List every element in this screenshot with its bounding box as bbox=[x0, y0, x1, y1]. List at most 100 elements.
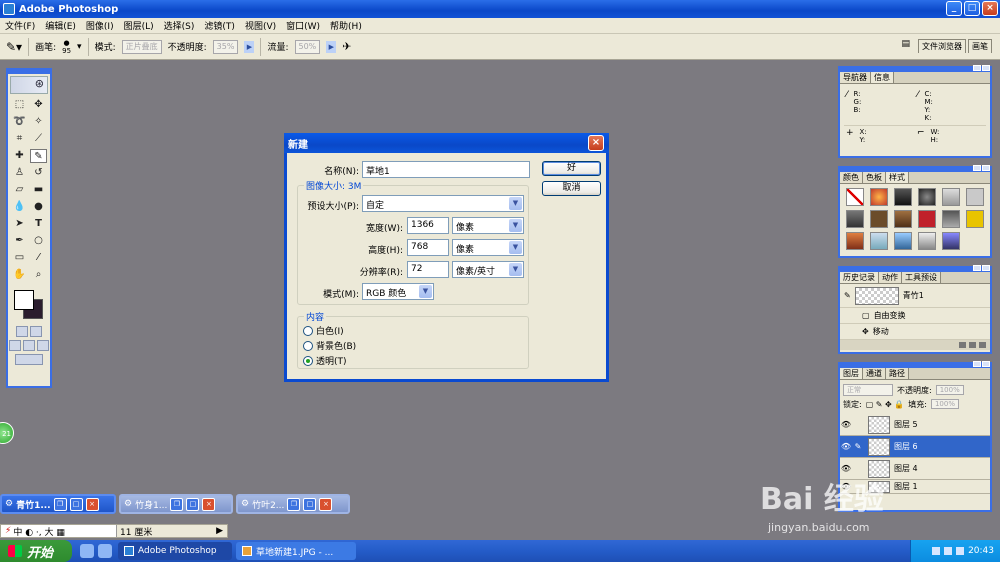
minimized-document[interactable]: ⚙ 竹叶2... ❐ □ × bbox=[236, 494, 350, 514]
content-white-radio[interactable]: 白色(I) bbox=[303, 324, 344, 337]
preset-select[interactable]: 自定 ▼ bbox=[362, 195, 524, 212]
style-swatch[interactable] bbox=[966, 188, 984, 206]
tab-layers[interactable]: 图层 bbox=[840, 368, 863, 379]
mode-select[interactable]: RGB 颜色 ▼ bbox=[362, 283, 434, 300]
menu-image[interactable]: 图像(I) bbox=[81, 19, 119, 32]
close-icon[interactable]: × bbox=[319, 497, 333, 511]
style-swatch[interactable] bbox=[918, 232, 936, 250]
layer-opacity-input[interactable]: 100% bbox=[935, 385, 964, 395]
style-swatch[interactable] bbox=[870, 210, 888, 228]
chevron-down-icon[interactable]: ▼ bbox=[509, 219, 522, 232]
chevron-down-icon[interactable]: ▼ bbox=[509, 263, 522, 276]
quick-mask-icon[interactable] bbox=[30, 326, 42, 337]
radio-dot[interactable] bbox=[303, 325, 313, 336]
minimize-button[interactable]: _ bbox=[946, 1, 962, 16]
tab-file-browser[interactable]: 文件浏览器 bbox=[918, 39, 966, 53]
opacity-arrow-icon[interactable]: ▶ bbox=[244, 40, 255, 53]
menu-window[interactable]: 窗口(W) bbox=[281, 19, 325, 32]
move-tool-icon[interactable]: ✥ bbox=[30, 98, 47, 112]
airbrush-icon[interactable]: ✈ bbox=[342, 40, 351, 53]
content-transparent-radio[interactable]: 透明(T) bbox=[303, 354, 347, 367]
blur-tool-icon[interactable]: 💧 bbox=[11, 200, 28, 214]
taskbar-item-image-viewer[interactable]: 草地新建1.JPG - ... bbox=[236, 542, 356, 560]
new-document-icon[interactable] bbox=[959, 342, 966, 348]
palette-close-icon[interactable] bbox=[982, 165, 990, 171]
style-swatch[interactable] bbox=[870, 232, 888, 250]
zoom-tool-icon[interactable]: ⌕ bbox=[30, 268, 47, 282]
taskbar-item-photoshop[interactable]: Adobe Photoshop bbox=[118, 542, 232, 560]
crop-tool-icon[interactable]: ⌗ bbox=[11, 132, 28, 146]
flow-input[interactable]: 50% bbox=[294, 39, 321, 54]
lock-icons[interactable]: ▢ ✎ ✥ 🔒 bbox=[866, 400, 905, 409]
radio-dot[interactable] bbox=[303, 340, 313, 351]
mode-select[interactable]: 正片叠底 bbox=[121, 39, 162, 54]
style-swatch[interactable] bbox=[894, 210, 912, 228]
style-swatch[interactable] bbox=[894, 188, 912, 206]
style-swatch[interactable] bbox=[942, 188, 960, 206]
ok-button[interactable]: 好 bbox=[542, 161, 601, 176]
style-swatch[interactable] bbox=[966, 232, 984, 250]
history-brush-tool-icon[interactable]: ↺ bbox=[30, 166, 47, 180]
blend-mode-select[interactable]: 正常 bbox=[843, 384, 893, 396]
cancel-button[interactable]: 取消 bbox=[542, 181, 601, 196]
jump-to-imageready-icon[interactable] bbox=[15, 354, 43, 365]
tab-paths[interactable]: 路径 bbox=[886, 368, 909, 379]
height-unit-select[interactable]: 像素 ▼ bbox=[452, 239, 524, 256]
fill-input[interactable]: 100% bbox=[930, 399, 959, 409]
eye-icon[interactable]: 👁 bbox=[840, 464, 852, 473]
status-arrow-icon[interactable]: ▶ bbox=[216, 526, 227, 536]
palette-close-icon[interactable] bbox=[982, 361, 990, 367]
height-input[interactable]: 768 bbox=[407, 239, 449, 256]
style-swatch[interactable] bbox=[918, 188, 936, 206]
chevron-down-icon[interactable]: ▼ bbox=[509, 197, 522, 210]
palette-minimize-icon[interactable] bbox=[973, 65, 981, 71]
floating-badge[interactable]: 21 bbox=[0, 422, 14, 444]
quicklaunch-ie-icon[interactable] bbox=[80, 544, 94, 558]
history-brush-source-icon[interactable]: ✎ bbox=[844, 291, 851, 300]
tab-tool-presets[interactable]: 工具预设 bbox=[902, 272, 941, 283]
width-input[interactable]: 1366 bbox=[407, 217, 449, 234]
standard-mode-icon[interactable] bbox=[16, 326, 28, 337]
ime-tray-icon[interactable] bbox=[956, 547, 965, 555]
resolution-input[interactable]: 72 bbox=[407, 261, 449, 278]
style-swatch[interactable] bbox=[918, 210, 936, 228]
trash-icon[interactable] bbox=[979, 342, 986, 348]
tab-history[interactable]: 历史记录 bbox=[840, 272, 879, 283]
eraser-tool-icon[interactable]: ▱ bbox=[11, 183, 28, 197]
layer-row-selected[interactable]: 👁 ✎ 图层 6 bbox=[840, 436, 990, 458]
style-swatch[interactable] bbox=[966, 210, 984, 228]
palette-minimize-icon[interactable] bbox=[973, 165, 981, 171]
clone-stamp-tool-icon[interactable]: ♙ bbox=[11, 166, 28, 180]
close-icon[interactable]: × bbox=[202, 497, 216, 511]
tab-brushes[interactable]: 画笔 bbox=[968, 39, 992, 53]
restore-icon[interactable]: ❐ bbox=[170, 497, 184, 511]
maximize-icon[interactable]: □ bbox=[186, 497, 200, 511]
chevron-down-icon[interactable]: ▾ bbox=[77, 42, 82, 52]
palette-close-icon[interactable] bbox=[982, 265, 990, 271]
tab-styles[interactable]: 样式 bbox=[886, 172, 909, 183]
screen-mode-standard-icon[interactable] bbox=[9, 340, 21, 351]
hand-tool-icon[interactable]: ✋ bbox=[11, 268, 28, 282]
style-swatch[interactable] bbox=[894, 232, 912, 250]
restore-icon[interactable]: ❐ bbox=[287, 497, 301, 511]
style-none-swatch[interactable] bbox=[846, 188, 864, 206]
gradient-tool-icon[interactable]: ▬ bbox=[30, 183, 47, 197]
tab-swatches[interactable]: 色板 bbox=[863, 172, 886, 183]
style-swatch[interactable] bbox=[942, 210, 960, 228]
opacity-input[interactable]: 35% bbox=[212, 39, 239, 54]
eye-icon[interactable]: 👁 bbox=[840, 442, 852, 451]
menu-layer[interactable]: 图层(L) bbox=[119, 19, 159, 32]
network-icon[interactable] bbox=[932, 547, 941, 555]
width-unit-select[interactable]: 像素 ▼ bbox=[452, 217, 524, 234]
dodge-tool-icon[interactable]: ● bbox=[30, 200, 47, 214]
menu-edit[interactable]: 编辑(E) bbox=[40, 19, 81, 32]
new-snapshot-icon[interactable] bbox=[969, 342, 976, 348]
history-step[interactable]: ✥ 移动 bbox=[840, 324, 990, 340]
tab-navigator[interactable]: 导航器 bbox=[840, 72, 871, 83]
notes-tool-icon[interactable]: ▭ bbox=[11, 251, 28, 265]
dialog-close-button[interactable]: × bbox=[588, 135, 604, 151]
marquee-tool-icon[interactable]: ⬚ bbox=[11, 98, 28, 112]
toolbox-logo[interactable]: ⊛ bbox=[10, 76, 48, 94]
screen-mode-full-icon[interactable] bbox=[37, 340, 49, 351]
style-swatch[interactable] bbox=[870, 188, 888, 206]
